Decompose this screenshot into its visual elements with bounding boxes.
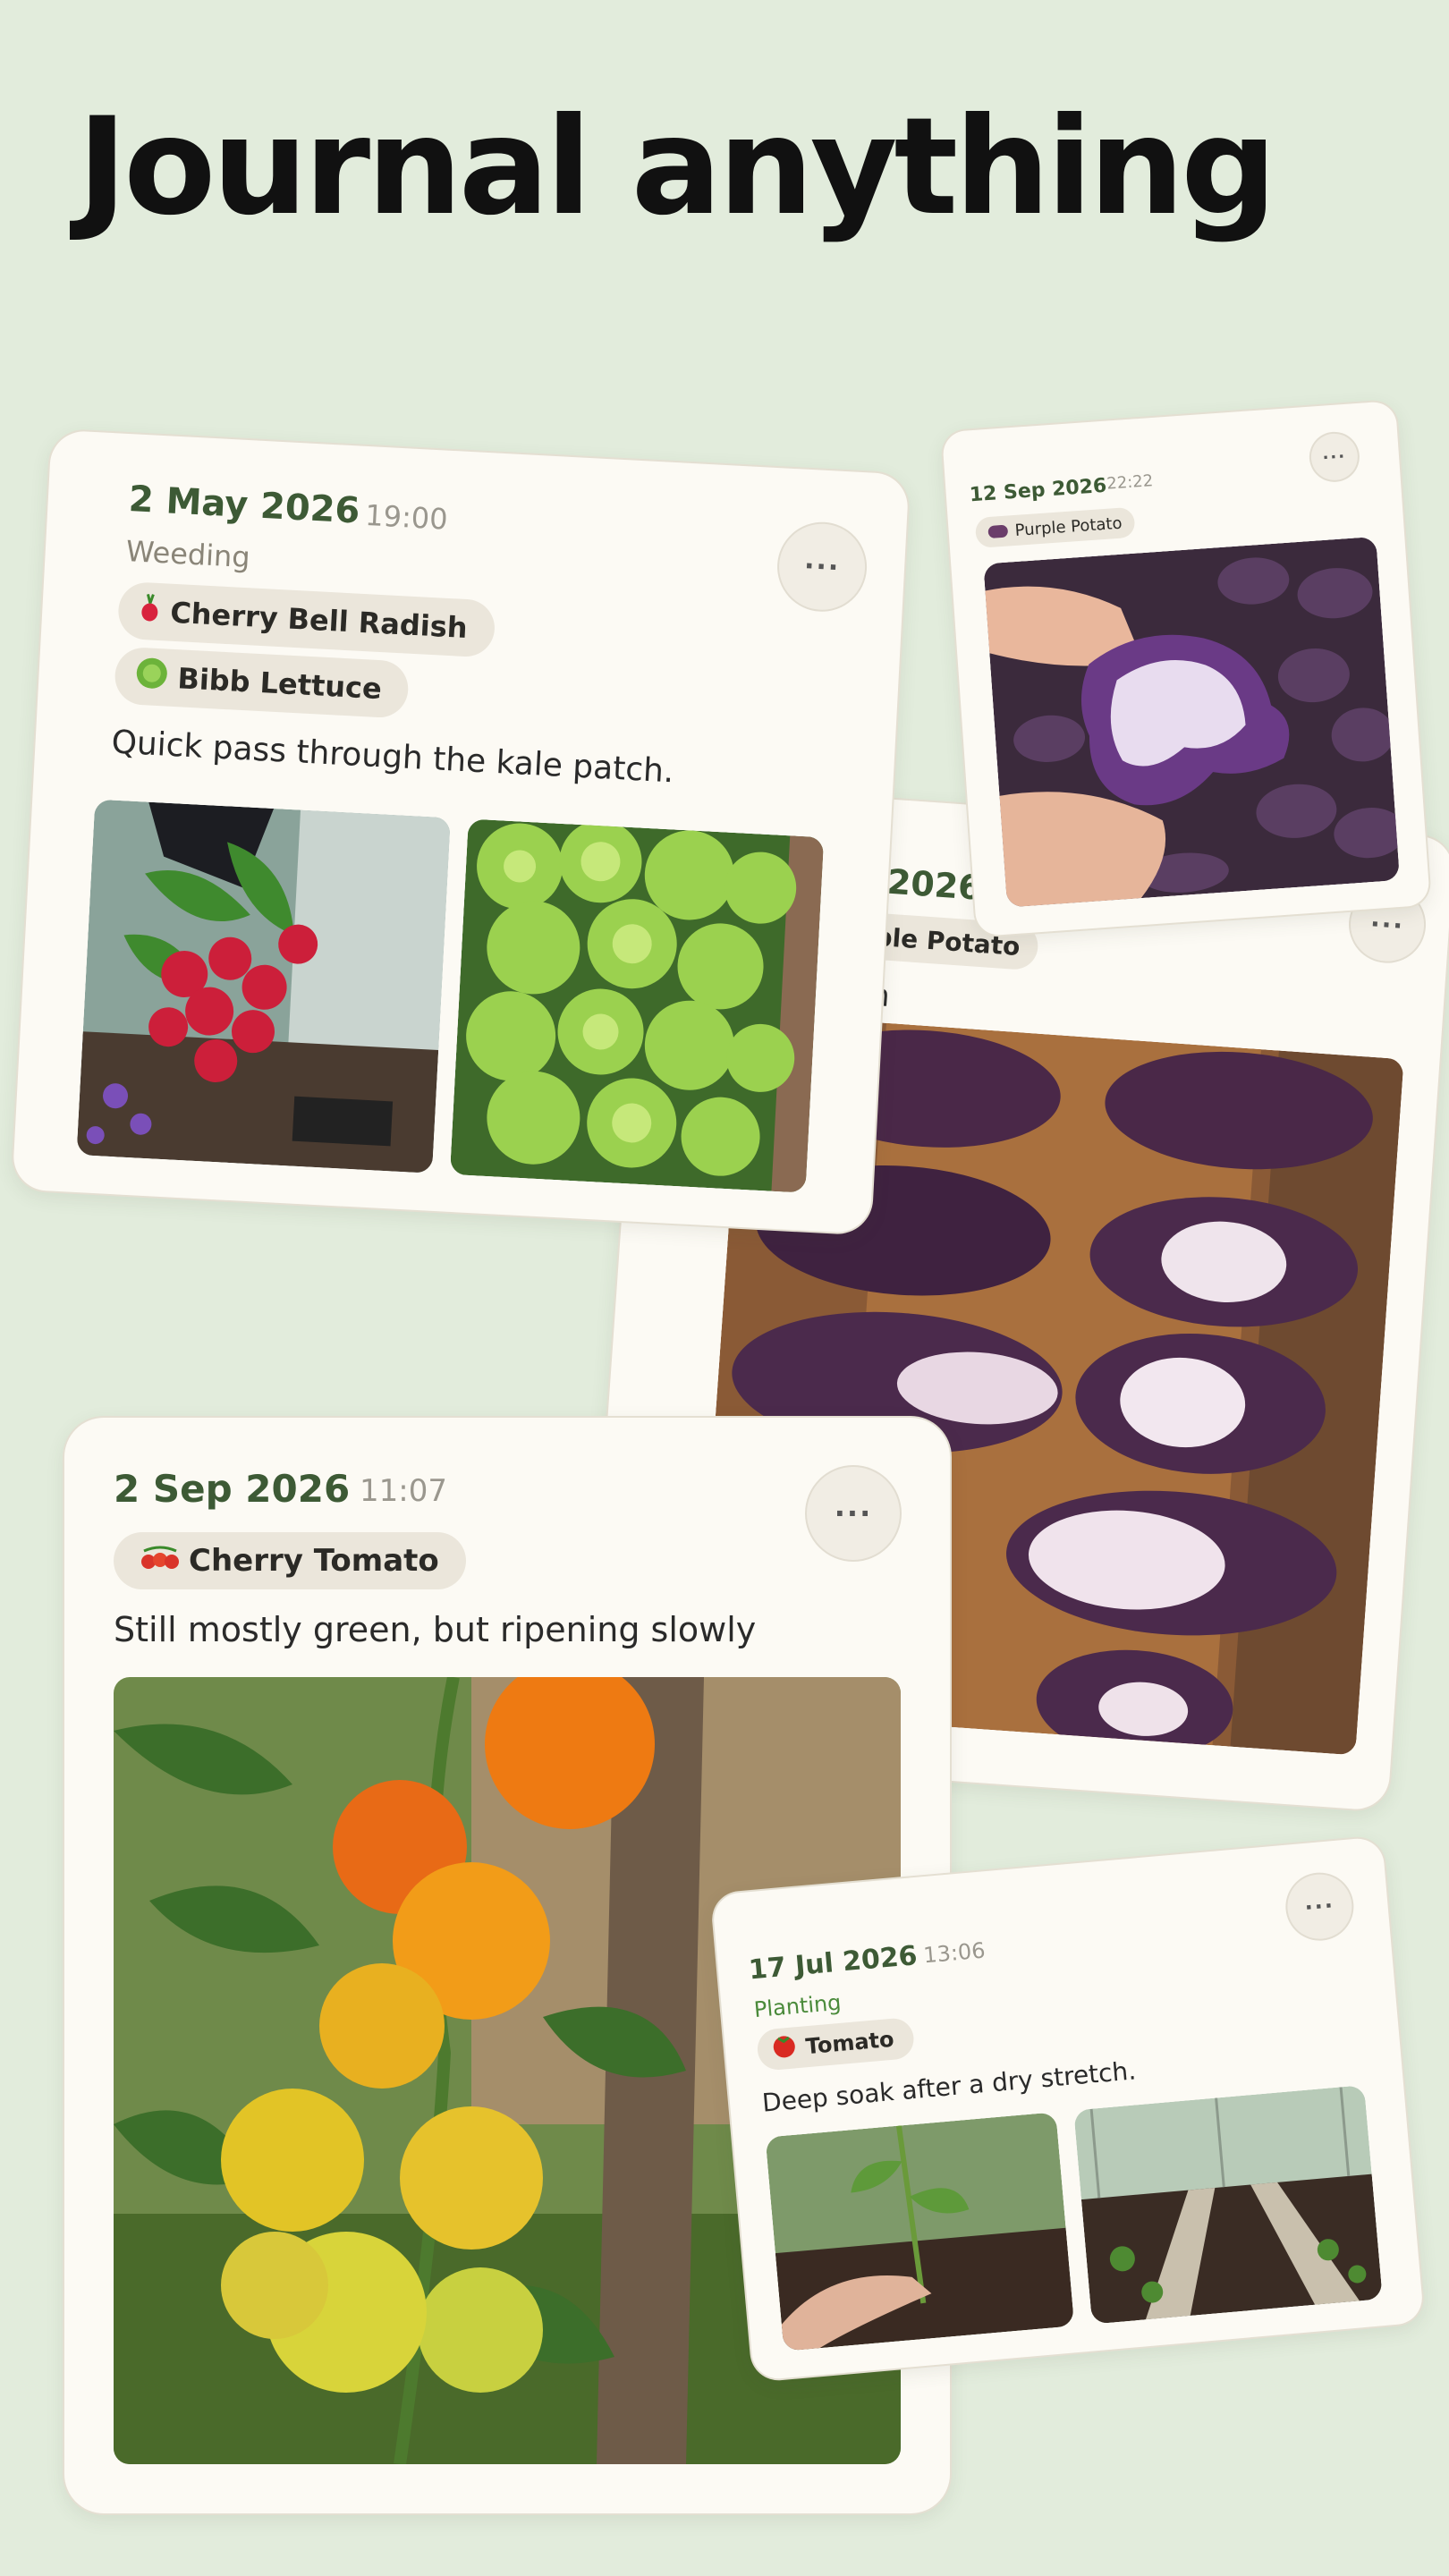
plant-tag-tomato[interactable]: Tomato (756, 2016, 916, 2072)
cherry-tomato-icon (140, 1543, 180, 1579)
entry-date: 2 May 2026 (127, 479, 361, 532)
tomato-icon (771, 2032, 799, 2064)
more-icon: ··· (1303, 1893, 1336, 1921)
entry-time: 11:07 (360, 1473, 447, 1509)
entry-date: 2026 (886, 861, 984, 908)
plant-tag-cherry-bell-radish[interactable]: Cherry Bell Radish (116, 580, 496, 658)
entry-photo-purple-potato-slice[interactable] (983, 536, 1401, 908)
entry-photo-radishes[interactable] (76, 799, 451, 1174)
purple-potato-icon (987, 524, 1009, 539)
plant-tag-cherry-tomato[interactable]: Cherry Tomato (114, 1532, 466, 1589)
plant-tag-label: Tomato (804, 2026, 895, 2060)
more-options-button[interactable]: ··· (807, 1467, 900, 1560)
entry-category: Weeding (124, 534, 251, 575)
lettuce-icon (133, 657, 169, 698)
more-options-button[interactable]: ··· (776, 521, 868, 613)
entry-note: Quick pass through the kale patch. (110, 724, 675, 791)
headline: Journal anything (77, 89, 1276, 245)
more-icon: ··· (803, 550, 842, 584)
more-icon: ··· (834, 1496, 873, 1530)
entry-category: Planting (752, 1989, 843, 2023)
entry-time: 19:00 (364, 497, 449, 537)
plant-tag[interactable]: Purple Potato (974, 506, 1136, 548)
entry-time: 13:06 (922, 1937, 987, 1969)
more-options-button[interactable]: ··· (1284, 1871, 1355, 1942)
more-options-button[interactable]: ··· (1309, 432, 1360, 482)
entry-photo-greenhouse-beds[interactable] (1073, 2085, 1383, 2325)
entry-time: 22:22 (1106, 471, 1154, 494)
entry-photo-lettuce-bed[interactable] (449, 818, 825, 1193)
entry-card-purple-potato-small[interactable]: 12 Sep 2026 22:22 Purple Potato ··· (941, 400, 1431, 937)
entry-card-planting[interactable]: 17 Jul 2026 13:06 Planting Tomato Deep s… (711, 1836, 1425, 2381)
more-icon: ··· (1368, 908, 1406, 941)
entry-note: Still mostly green, but ripening slowly (114, 1610, 757, 1649)
plant-tag-label: Cherry Bell Radish (169, 595, 469, 646)
entry-photo-tomato-seedling[interactable] (765, 2112, 1075, 2351)
plant-tag-label: Purple Potato (1014, 513, 1123, 540)
entry-date: 2 Sep 2026 (114, 1467, 351, 1511)
entry-card-weeding[interactable]: 2 May 2026 19:00 Weeding Cherry Bell Rad… (12, 429, 910, 1234)
plant-tag-label: Bibb Lettuce (176, 661, 383, 707)
radish-icon (137, 592, 162, 631)
entry-date: 17 Jul 2026 (747, 1940, 919, 1987)
plant-tag-label: Cherry Tomato (189, 1543, 439, 1579)
plant-tag-bibb-lettuce[interactable]: Bibb Lettuce (113, 646, 411, 719)
entry-date: 12 Sep 2026 (969, 474, 1108, 507)
more-icon: ··· (1321, 446, 1347, 468)
